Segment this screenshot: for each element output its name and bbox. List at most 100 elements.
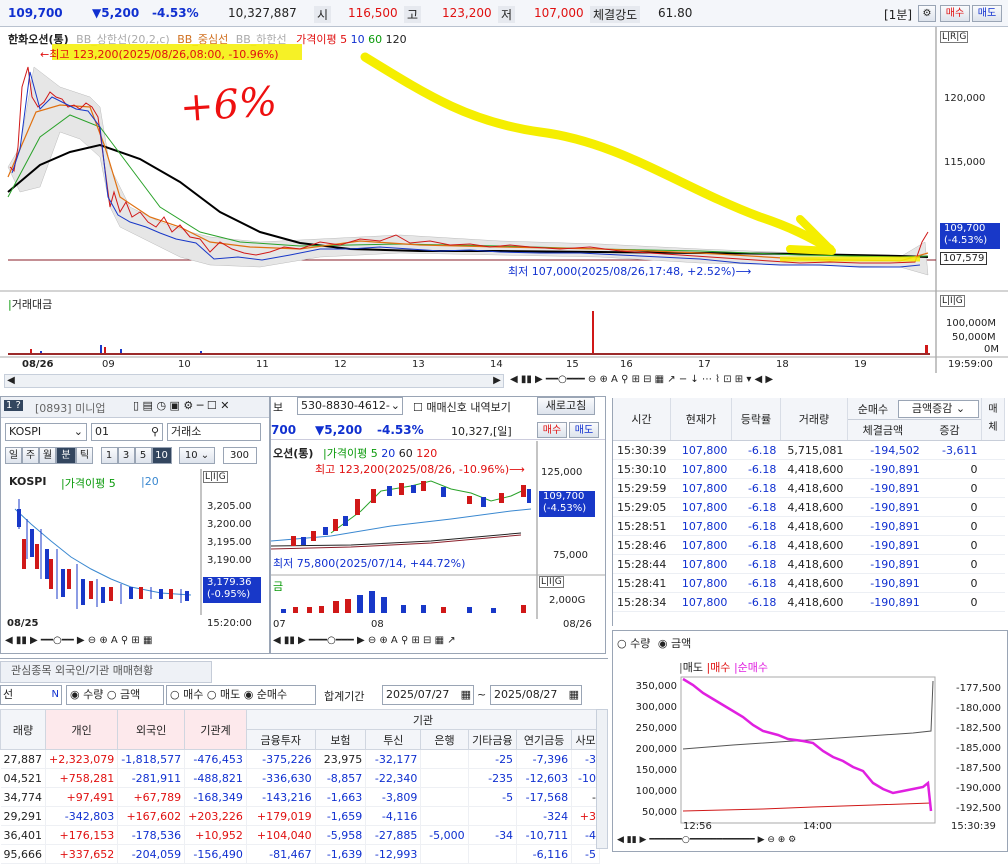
tf-3[interactable]: 3 [117,447,135,464]
trade-row[interactable]: 15:28:51 107,800 -6.18 4,418,600 -190,891 0 [613,516,1005,536]
gear-icon[interactable]: ⚙ [918,5,936,22]
trade-cell: 4,418,600 [780,516,848,536]
top-bar: 109,700 ▼5,200 -4.53% 10,327,887 시 116,5… [0,0,1008,27]
investor-cell: +179,019 [246,806,316,826]
it-h-ins: 보험 [314,729,367,750]
buy-button[interactable]: 매수 [940,5,970,22]
investor-cell [420,749,469,769]
trade-cell: 0 [923,535,982,555]
stock-search-input[interactable]: 선N [0,685,62,705]
open-label: 시 [314,6,332,23]
kospi-ma2: |20 [141,475,159,488]
flow-controls[interactable]: ◀ ▮▮ ▶ ━━━━━━○━━━━━━━━━━━━ ▶ ⊖ ⊕ ⚙ [617,835,1003,847]
unit-radios[interactable]: ◉ 수량 ○ 금액 [66,685,164,705]
th-netbuy-label: 순매수 [857,403,889,416]
investor-row[interactable]: 29,291 -342,803 +167,602 +203,226 +179,019 -1… [0,806,600,826]
trade-cell: 107,800 [670,497,732,517]
lrg-toggle[interactable]: L|R|G [940,31,969,43]
trade-cell: -194,502 [847,440,924,460]
signal-checkbox[interactable]: ☐ 매매신호 내역보기 [413,399,511,415]
side-radios[interactable]: ○ 매수 ○ 매도 ◉ 순매수 [166,685,316,705]
trade-cell-blank [981,535,1005,555]
chart-scrollbar[interactable]: ◀ ▶ [4,374,504,388]
x-tick-date: 08/26 [22,359,54,370]
trade-cell-blank [981,459,1005,479]
mid-last-tag: 109,700 (-4.53%) [539,491,595,517]
it-h-pension: 연기금등 [516,729,573,750]
trade-cell: -6.18 [731,516,781,536]
investor-cell: -1,639 [315,844,367,864]
help-icon[interactable]: 1 ? [4,400,23,411]
trade-row[interactable]: 15:28:44 107,800 -6.18 4,418,600 -190,891 0 [613,554,1005,574]
mini-toolbar-icons[interactable]: ▯ ▤ ◷ ▣ ⚙ ─ ☐ ✕ [133,399,229,412]
mid-lrg[interactable]: L|I|G [539,576,564,588]
trade-row[interactable]: 15:29:05 107,800 -6.18 4,418,600 -190,891 0 [613,497,1005,517]
trade-cell: 15:30:39 [613,440,671,460]
lrg-toggle-2[interactable]: L|I|G [940,295,965,307]
investor-row[interactable]: 27,887 +2,323,079 -1,818,577 -476,453 -375,2… [0,749,600,769]
trade-cell-blank [981,440,1005,460]
trade-row[interactable]: 15:30:10 107,800 -6.18 4,418,600 -190,891 0 [613,459,1005,479]
tf-tick[interactable]: 틱 [76,447,93,464]
mid-buy-button[interactable]: 매수 [537,422,567,438]
kospi-controls[interactable]: ◀ ▮▮ ▶ ━━○━━ ▶ ⊖ ⊕ A ⚲ ⊞ ▦ [5,635,267,649]
trade-cell: 15:28:44 [613,554,671,574]
trade-row[interactable]: 15:28:46 107,800 -6.18 4,418,600 -190,891 0 [613,535,1005,555]
trade-cell: -6.18 [731,459,781,479]
sell-button[interactable]: 매도 [972,5,1002,22]
tf-week[interactable]: 주 [22,447,39,464]
mid-controls[interactable]: ◀ ▮▮ ▶ ━━━○━━━ ▶ ⊖ ⊕ A ⚲ ⊞ ⊟ ▦ ↗ [273,635,603,649]
trade-row[interactable]: 15:30:39 107,800 -6.18 5,715,081 -194,502 -3,… [613,440,1005,460]
amount-change-select[interactable]: 금액증감 ⌄ [897,400,979,418]
kospi-lrg[interactable]: L|I|G [203,471,228,483]
trade-row[interactable]: 15:29:59 107,800 -6.18 4,418,600 -190,891 0 [613,478,1005,498]
investor-cell: -12,993 [365,844,422,864]
investor-cell [420,768,469,788]
date-from-input[interactable]: 2025/07/27 ▦ [382,685,474,705]
refresh-button[interactable]: 새로고침 [537,397,595,415]
radio-qty[interactable]: ○ 수량 [617,637,650,650]
investor-cell: 34,774 [0,787,46,807]
investor-row[interactable]: 95,666 +337,652 -204,059 -156,490 -81,467 -1,… [0,844,600,864]
period-label[interactable]: [1분] [884,6,912,23]
tf-1[interactable]: 1 [100,447,118,464]
th-time: 시간 [613,398,671,441]
th-exec-amount: 체결금액 [862,423,904,437]
investor-row[interactable]: 04,521 +758,281 -281,911 -488,821 -336,630 -8… [0,768,600,788]
index-select[interactable]: KOSPI ⌄ [5,423,87,441]
date-sep: ~ [477,688,487,701]
account-select[interactable]: 530-8830-4612- ⌄ [297,397,403,415]
tf-day[interactable]: 일 [5,447,22,464]
radio-amt[interactable]: ◉ 금액 [658,637,691,650]
trade-cell: -6.18 [731,573,781,593]
low-value: 107,000 [534,6,584,20]
trade-cell: 15:28:51 [613,516,671,536]
trade-cell: 15:28:46 [613,535,671,555]
left-tick-4: 200,000 [635,744,677,755]
date-to-input[interactable]: 2025/08/27 ▦ [490,685,582,705]
trade-cell-blank [981,573,1005,593]
th-volume: 거래량 [780,398,848,441]
it-h-etc: 기타금융 [467,729,518,750]
mid-sell-button[interactable]: 매도 [569,422,599,438]
tf-10[interactable]: 10 [151,447,172,464]
mid-x-0826: 08/26 [563,619,592,630]
investor-row[interactable]: 34,774 +97,491 +67,789 -168,349 -143,216 -1,6… [0,787,600,807]
th-price: 현재가 [670,398,732,441]
tf-minute[interactable]: 분 [56,447,76,464]
investor-tab[interactable]: 관심종목 외국인/기관 매매현황 [0,661,212,683]
investor-row[interactable]: 36,401 +176,153 -178,536 +10,952 +104,040 -5,… [0,825,600,845]
chart-controls[interactable]: ◀ ▮▮ ▶ ━━○━━━ ⊖ ⊕ A ⚲ ⊞ ⊟ ▦ ↗ − ↓ ⋯ ⌇ ⊡ … [510,374,1008,388]
tf-5[interactable]: 5 [134,447,152,464]
trade-cell: 107,800 [670,592,732,612]
investor-cell: -3,809 [365,787,422,807]
trade-row[interactable]: 15:28:41 107,800 -6.18 4,418,600 -190,891 0 [613,573,1005,593]
count-input[interactable]: 300 [222,447,257,464]
tf-month[interactable]: 월 [39,447,56,464]
code-input[interactable]: 01 ⚲ [91,423,163,441]
count-select[interactable]: 10 ⌄ [179,447,215,464]
investor-cell: -324 [516,806,573,826]
trade-row[interactable]: 15:28:34 107,800 -6.18 4,418,600 -190,891 0 [613,592,1005,612]
last-price-tag: 109,700 (-4.53%) [940,223,1000,249]
investor-scrollbar[interactable] [596,709,608,849]
